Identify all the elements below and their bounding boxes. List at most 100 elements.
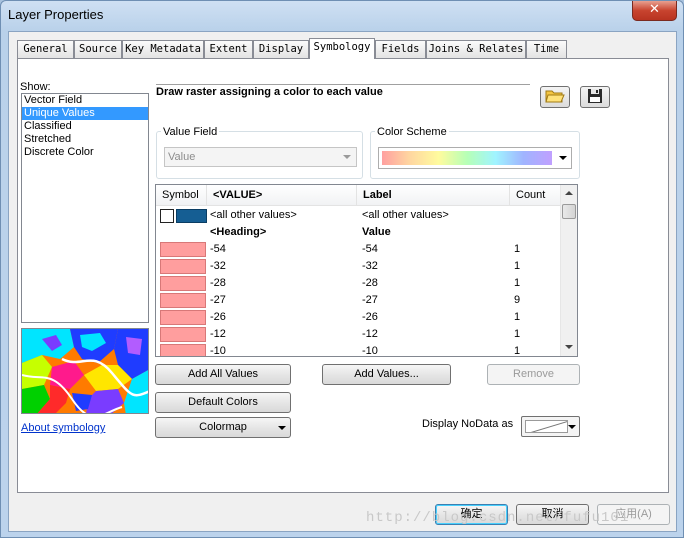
row-count: 1 [514, 260, 521, 272]
value-field-group: Value Field Value [156, 126, 363, 179]
row-value: -27 [210, 294, 226, 306]
tab-joins-relates[interactable]: Joins & Relates [426, 40, 526, 58]
open-folder-button[interactable] [540, 86, 570, 108]
row-value: -28 [210, 277, 226, 289]
header-count[interactable]: Count [510, 185, 562, 206]
renderer-description: Draw raster assigning a color to each va… [156, 84, 530, 101]
window-title: Layer Properties [8, 7, 104, 22]
table-row[interactable]: -10 -10 1 [156, 343, 562, 357]
row-value: -26 [210, 311, 226, 323]
scroll-up-arrow-icon[interactable] [565, 191, 573, 195]
tab-symbology[interactable]: Symbology [309, 38, 375, 59]
add-values-button[interactable]: Add Values... [322, 364, 451, 385]
symbology-tab-page: Show: Vector Field Unique Values Classif… [17, 58, 669, 493]
table-row[interactable]: -28 -28 1 [156, 275, 562, 292]
row-count: 1 [514, 328, 521, 340]
remove-button[interactable]: Remove [487, 364, 580, 385]
renderer-preview-image [21, 328, 149, 414]
display-nodata-label: Display NoData as [422, 418, 514, 430]
color-scheme-dropdown[interactable] [378, 147, 572, 169]
watermark-text: http://blog.csdn.net/fufu101 [366, 510, 630, 526]
row-label: -54 [362, 243, 378, 255]
row-value: -10 [210, 345, 226, 357]
tab-time[interactable]: Time [526, 40, 567, 58]
row-value: -54 [210, 243, 226, 255]
row-checkbox[interactable] [160, 209, 174, 223]
scroll-down-arrow-icon[interactable] [565, 345, 573, 349]
row-symbol-swatch[interactable] [160, 293, 206, 308]
add-all-values-button[interactable]: Add All Values [155, 364, 291, 385]
row-label: -12 [362, 328, 378, 340]
dialog-client-area: General Source Key Metadata Extent Displ… [8, 31, 677, 532]
folder-open-icon [545, 88, 565, 107]
tab-display[interactable]: Display [253, 40, 309, 58]
row-label: -27 [362, 294, 378, 306]
table-row[interactable]: -32 -32 1 [156, 258, 562, 275]
row-symbol-swatch[interactable] [176, 209, 207, 223]
table-row[interactable]: -54 -54 1 [156, 241, 562, 258]
row-label: Value [362, 226, 391, 238]
save-layer-button[interactable] [580, 86, 610, 108]
renderer-item-classified[interactable]: Classified [22, 120, 148, 133]
value-field-value: Value [168, 151, 196, 163]
tab-source[interactable]: Source [74, 40, 122, 58]
colormap-button[interactable]: Colormap [155, 417, 291, 438]
row-symbol-swatch[interactable] [160, 310, 206, 325]
about-symbology-link[interactable]: About symbology [21, 422, 105, 434]
table-row[interactable]: -26 -26 1 [156, 309, 562, 326]
row-count: 9 [514, 294, 521, 306]
tab-fields[interactable]: Fields [375, 40, 426, 58]
table-row[interactable]: -12 -12 1 [156, 326, 562, 343]
scroll-thumb[interactable] [562, 204, 576, 219]
table-row-all-other[interactable]: <all other values> <all other values> [156, 207, 562, 224]
value-field-dropdown[interactable]: Value [164, 147, 357, 167]
close-button[interactable]: ✕ [632, 1, 677, 21]
default-colors-button[interactable]: Default Colors [155, 392, 291, 413]
nodata-color-picker[interactable] [521, 416, 580, 437]
chevron-down-icon [343, 155, 351, 159]
layer-properties-window: Layer Properties ✕ General Source Key Me… [0, 0, 684, 538]
row-count: 1 [514, 311, 521, 323]
row-value: -32 [210, 260, 226, 272]
renderer-item-vector-field[interactable]: Vector Field [22, 94, 148, 107]
colormap-label: Colormap [199, 421, 247, 433]
chevron-down-icon [568, 425, 576, 429]
row-value: <Heading> [210, 226, 267, 238]
chevron-down-icon [278, 426, 286, 430]
row-count: 1 [514, 345, 521, 357]
row-symbol-swatch[interactable] [160, 242, 206, 257]
renderer-item-discrete-color[interactable]: Discrete Color [22, 146, 148, 159]
table-vertical-scrollbar[interactable] [560, 185, 577, 356]
row-label: -26 [362, 311, 378, 323]
header-symbol[interactable]: Symbol [156, 185, 207, 206]
renderer-item-unique-values[interactable]: Unique Values [22, 107, 148, 120]
header-value[interactable]: <VALUE> [207, 185, 357, 206]
nodata-color-swatch [525, 420, 568, 433]
chevron-down-icon [559, 156, 567, 160]
table-row[interactable]: -27 -27 9 [156, 292, 562, 309]
tab-extent[interactable]: Extent [204, 40, 253, 58]
row-label: -32 [362, 260, 378, 272]
row-label: -28 [362, 277, 378, 289]
row-label: -10 [362, 345, 378, 357]
row-label: <all other values> [362, 209, 449, 221]
header-label[interactable]: Label [357, 185, 510, 206]
show-label: Show: [20, 81, 51, 93]
renderer-item-stretched[interactable]: Stretched [22, 133, 148, 146]
color-scheme-label: Color Scheme [375, 126, 449, 138]
row-symbol-swatch[interactable] [160, 259, 206, 274]
renderer-list[interactable]: Vector Field Unique Values Classified St… [21, 93, 149, 323]
row-symbol-swatch[interactable] [160, 344, 206, 356]
row-value: <all other values> [210, 209, 297, 221]
title-bar: Layer Properties ✕ [1, 1, 683, 31]
row-symbol-swatch[interactable] [160, 327, 206, 342]
value-field-label: Value Field [161, 126, 220, 138]
row-count: 1 [514, 243, 521, 255]
floppy-disk-icon [587, 88, 603, 107]
unique-values-table[interactable]: Symbol <VALUE> Label Count <all other va… [155, 184, 578, 357]
table-row-heading[interactable]: <Heading> Value [156, 224, 562, 241]
row-symbol-swatch[interactable] [160, 276, 206, 291]
tab-key-metadata[interactable]: Key Metadata [122, 40, 204, 58]
color-ramp-swatch [382, 151, 552, 165]
tab-general[interactable]: General [17, 40, 74, 58]
